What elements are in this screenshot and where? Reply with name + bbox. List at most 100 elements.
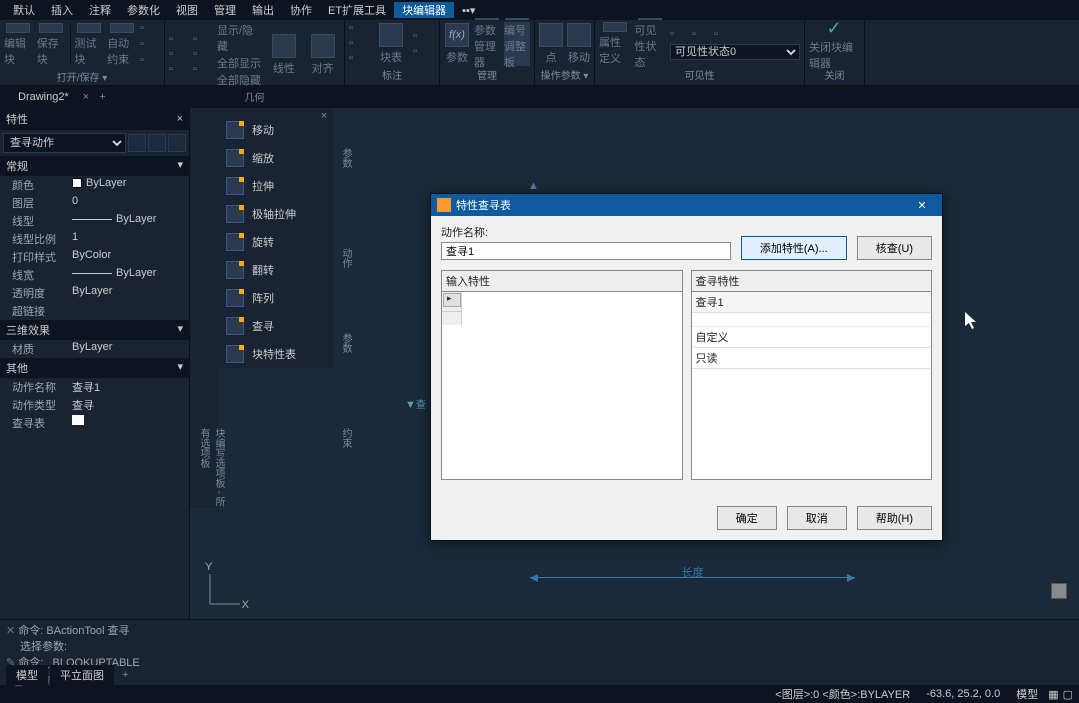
table-cell[interactable]: 自定义 bbox=[692, 327, 932, 348]
palette-item-lookup[interactable]: 查寻 bbox=[218, 312, 333, 340]
collapse-icon[interactable]: ▾ bbox=[177, 360, 183, 376]
status-mode[interactable]: 模型 bbox=[1010, 686, 1044, 702]
palette-item-scale[interactable]: 缩放 bbox=[218, 144, 333, 172]
ribbon-small-button[interactable]: ▫ bbox=[349, 52, 369, 66]
section-header[interactable]: 三维效果 bbox=[6, 322, 50, 338]
ribbon-small-button[interactable]: ▫ bbox=[692, 28, 712, 42]
show-hide-button[interactable]: 显示/隐藏 bbox=[217, 22, 262, 54]
help-button[interactable]: 帮助(H) bbox=[857, 506, 932, 530]
fx-button[interactable]: f(x)参数 bbox=[444, 22, 470, 66]
menu-item[interactable]: 默认 bbox=[5, 2, 43, 18]
ribbon-small-button[interactable]: ▫ bbox=[714, 28, 734, 42]
ribbon-small-button[interactable]: ▫ bbox=[413, 45, 433, 59]
layout-tab-model[interactable]: 模型 bbox=[6, 665, 48, 685]
show-all-button[interactable]: 全部显示 bbox=[217, 55, 262, 71]
palette-tab[interactable]: 约束 bbox=[338, 428, 353, 448]
ribbon-small-button[interactable]: ▫ bbox=[169, 33, 189, 47]
menu-item[interactable]: 插入 bbox=[43, 2, 81, 18]
section-header[interactable]: 常规 bbox=[6, 158, 28, 174]
section-header[interactable]: 其他 bbox=[6, 360, 28, 376]
menu-overflow-icon[interactable]: ▪▪▾ bbox=[454, 4, 483, 17]
ribbon-small-button[interactable]: ▫ bbox=[193, 33, 213, 47]
menu-item[interactable]: ET扩展工具 bbox=[320, 2, 394, 18]
palette-item-block-props-table[interactable]: 块特性表 bbox=[218, 340, 333, 368]
toggle-pips-icon[interactable] bbox=[168, 134, 186, 152]
palette-item-array[interactable]: 阵列 bbox=[218, 284, 333, 312]
prop-value[interactable]: ByLayer bbox=[72, 267, 189, 283]
status-toggle-icon[interactable]: ▦ bbox=[1048, 688, 1058, 701]
hide-all-button[interactable]: 全部隐藏 bbox=[217, 72, 262, 88]
table-cell[interactable]: 只读 bbox=[692, 348, 932, 369]
visibility-dropdown[interactable]: 可见性状态0 bbox=[670, 44, 800, 60]
dialog-close-icon[interactable]: ✕ bbox=[908, 199, 936, 212]
palette-item-stretch[interactable]: 拉伸 bbox=[218, 172, 333, 200]
prop-value[interactable]: ByLayer bbox=[72, 285, 189, 301]
ribbon-small-button[interactable]: ▫ bbox=[670, 28, 690, 42]
audit-button[interactable]: 核查(U) bbox=[857, 236, 932, 260]
menu-item[interactable]: 管理 bbox=[206, 2, 244, 18]
prop-value[interactable]: 查寻 bbox=[72, 397, 189, 413]
table-column-header[interactable]: 查寻1 bbox=[692, 292, 932, 313]
panel-close-icon[interactable]: × bbox=[177, 113, 183, 125]
attr-def-button[interactable]: 属性定义 bbox=[599, 22, 631, 66]
menu-item[interactable]: 协作 bbox=[282, 2, 320, 18]
palette-tab[interactable]: 参数 bbox=[338, 148, 353, 168]
palette-close-icon[interactable]: × bbox=[317, 110, 331, 124]
ribbon-small-button[interactable]: ▫ bbox=[193, 48, 213, 62]
ribbon-small-button[interactable]: ▫ bbox=[349, 22, 369, 36]
quick-select-icon[interactable] bbox=[128, 134, 146, 152]
block-table-button[interactable]: 块表 bbox=[373, 22, 409, 66]
status-toggle-icon[interactable]: ▢ bbox=[1063, 688, 1073, 701]
save-block-button[interactable]: 保存块 bbox=[37, 23, 66, 67]
ribbon-small-button[interactable]: ▫ bbox=[140, 54, 160, 68]
prop-value[interactable]: ByLayer bbox=[72, 177, 189, 193]
input-properties-table[interactable]: 输入特性 bbox=[441, 270, 683, 480]
prop-value[interactable]: 查寻1 bbox=[72, 379, 189, 395]
prop-value[interactable] bbox=[72, 415, 189, 431]
menu-item-active[interactable]: 块编辑器 bbox=[394, 2, 454, 18]
action-name-input[interactable] bbox=[441, 242, 731, 260]
menu-item[interactable]: 注释 bbox=[81, 2, 119, 18]
tab-close-icon[interactable]: × bbox=[79, 91, 93, 103]
add-property-button[interactable]: 添加特性(A)... bbox=[741, 236, 847, 260]
layout-add-icon[interactable]: + bbox=[116, 669, 134, 681]
menu-item[interactable]: 输出 bbox=[244, 2, 282, 18]
document-tab[interactable]: Drawing2* bbox=[8, 89, 79, 105]
dimension-line[interactable]: 长度 bbox=[530, 577, 855, 589]
ribbon-small-button[interactable]: ▫ bbox=[413, 30, 433, 44]
point-button[interactable]: 点 bbox=[539, 22, 563, 66]
ribbon-small-button[interactable]: ▫ bbox=[349, 37, 369, 51]
ok-button[interactable]: 确定 bbox=[717, 506, 777, 530]
test-block-button[interactable]: 测试块 bbox=[74, 23, 103, 67]
cancel-button[interactable]: 取消 bbox=[787, 506, 847, 530]
lookup-properties-table[interactable]: 查寻特性 查寻1 自定义 只读 bbox=[691, 270, 933, 480]
tab-add-icon[interactable]: + bbox=[93, 91, 111, 103]
palette-item-move[interactable]: 移动 bbox=[218, 116, 333, 144]
palette-item-polar-stretch[interactable]: 极轴拉伸 bbox=[218, 200, 333, 228]
menu-item[interactable]: 参数化 bbox=[119, 2, 168, 18]
command-input[interactable] bbox=[22, 675, 1069, 687]
ribbon-small-button[interactable]: ▫ bbox=[140, 38, 160, 52]
close-editor-button[interactable]: ✓关闭块编辑器 bbox=[809, 22, 859, 66]
align-button[interactable]: 对齐 bbox=[305, 33, 340, 77]
prop-value[interactable]: 0 bbox=[72, 195, 189, 211]
prop-value[interactable]: ByLayer bbox=[72, 213, 189, 229]
palette-tab[interactable]: 动作 bbox=[338, 248, 353, 268]
prop-value[interactable] bbox=[72, 303, 189, 319]
ribbon-small-button[interactable]: ▫ bbox=[169, 63, 189, 77]
move-button[interactable]: 移动 bbox=[567, 22, 591, 66]
ribbon-small-button[interactable]: ▫ bbox=[140, 22, 160, 36]
palette-tab[interactable]: 参数 bbox=[338, 333, 353, 353]
palette-item-flip[interactable]: 翻转 bbox=[218, 256, 333, 284]
visibility-state-button[interactable]: 可见性状态 bbox=[635, 22, 667, 66]
adjust-panel-button[interactable]: 编号调整板 bbox=[504, 22, 530, 66]
collapse-icon[interactable]: ▾ bbox=[177, 322, 183, 338]
auto-constrain-button[interactable]: 自动约束 bbox=[107, 23, 136, 67]
prop-value[interactable]: 1 bbox=[72, 231, 189, 247]
status-layer[interactable]: <图层>:0 <颜色>:BYLAYER bbox=[769, 686, 916, 702]
object-type-selector[interactable]: 查寻动作 bbox=[3, 133, 126, 153]
edit-block-button[interactable]: 编辑块 bbox=[4, 23, 33, 67]
collapse-icon[interactable]: ▾ bbox=[177, 158, 183, 174]
lookup-grip-icon[interactable]: ▼查 bbox=[405, 396, 426, 411]
ribbon-small-button[interactable]: ▫ bbox=[169, 48, 189, 62]
